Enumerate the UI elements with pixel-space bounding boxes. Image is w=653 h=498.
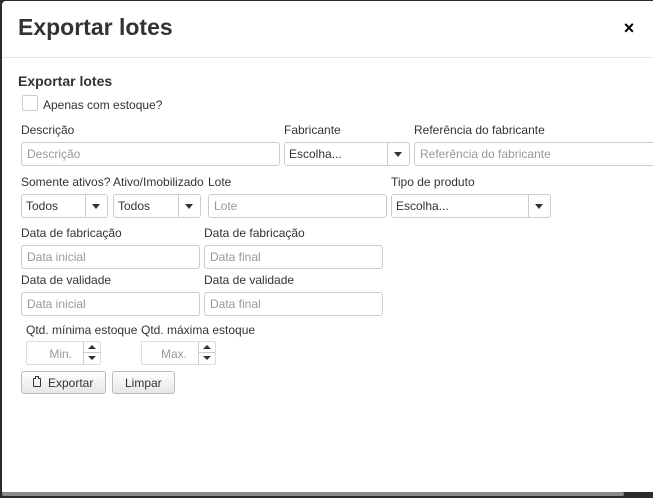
referencia-label: Referência do fabricante [414, 123, 545, 137]
qtd-max-placeholder: Max. [160, 347, 187, 361]
chevron-down-icon[interactable] [199, 353, 215, 364]
close-icon[interactable]: × [622, 19, 636, 37]
form-subtitle: Exportar lotes [18, 73, 113, 89]
fab-inicial-label: Data de fabricação [21, 226, 122, 240]
lote-input[interactable] [208, 194, 387, 218]
tipo-produto-label: Tipo de produto [391, 175, 475, 189]
ativo-imobilizado-select[interactable]: Todos [113, 194, 201, 218]
referencia-input[interactable] [414, 142, 653, 166]
val-inicial-input[interactable] [21, 292, 200, 316]
export-button[interactable]: Exportar [21, 371, 106, 394]
lote-label: Lote [208, 175, 232, 189]
chevron-down-icon[interactable] [85, 195, 107, 217]
val-inicial-label: Data de validade [21, 273, 112, 287]
qtd-min-label: Qtd. mínima estoque [26, 323, 138, 337]
val-final-label: Data de validade [204, 273, 295, 287]
tipo-produto-select[interactable]: Escolha... [391, 194, 551, 218]
dialog-header: Exportar lotes × [2, 1, 653, 58]
qtd-max-label: Qtd. máxima estoque [141, 323, 256, 337]
descricao-label: Descrição [21, 123, 75, 137]
val-final-input[interactable] [204, 292, 383, 316]
descricao-input[interactable] [21, 142, 280, 166]
dialog-title: Exportar lotes [18, 14, 173, 40]
chevron-down-icon[interactable] [528, 195, 550, 217]
export-dialog: Exportar lotes × Exportar lotes Apenas c… [2, 1, 653, 492]
qtd-max-stepper[interactable]: Max. [141, 341, 216, 365]
somente-ativos-select[interactable]: Todos [21, 194, 108, 218]
stepper-buttons [198, 342, 215, 364]
fab-final-label: Data de fabricação [204, 226, 305, 240]
chevron-down-icon[interactable] [178, 195, 200, 217]
chevron-up-icon[interactable] [84, 342, 100, 353]
fabricante-selected-value: Escolha... [289, 147, 342, 161]
horizontal-scrollbar[interactable] [2, 492, 624, 496]
chevron-down-icon[interactable] [387, 143, 409, 165]
stepper-buttons [83, 342, 100, 364]
fabricante-select[interactable]: Escolha... [284, 142, 410, 166]
fabricante-label: Fabricante [284, 123, 341, 137]
somente-ativos-label: Somente ativos? [21, 175, 111, 189]
somente-ativos-selected-value: Todos [26, 199, 59, 213]
chevron-up-icon[interactable] [199, 342, 215, 353]
fab-inicial-input[interactable] [21, 245, 200, 269]
tipo-produto-selected-value: Escolha... [396, 199, 449, 213]
clear-button-label: Limpar [125, 376, 162, 390]
qtd-min-placeholder: Min. [49, 347, 72, 361]
clear-button[interactable]: Limpar [112, 371, 175, 394]
only-stock-checkbox[interactable] [22, 95, 38, 111]
only-stock-label: Apenas com estoque? [43, 98, 163, 112]
ativo-imobilizado-label: Ativo/Imobilizado [113, 175, 204, 189]
chevron-down-icon[interactable] [84, 353, 100, 364]
ativo-imobilizado-selected-value: Todos [118, 199, 151, 213]
export-button-label: Exportar [48, 376, 94, 390]
fab-final-input[interactable] [204, 245, 383, 269]
qtd-min-stepper[interactable]: Min. [26, 341, 101, 365]
clipboard-icon [33, 376, 41, 387]
